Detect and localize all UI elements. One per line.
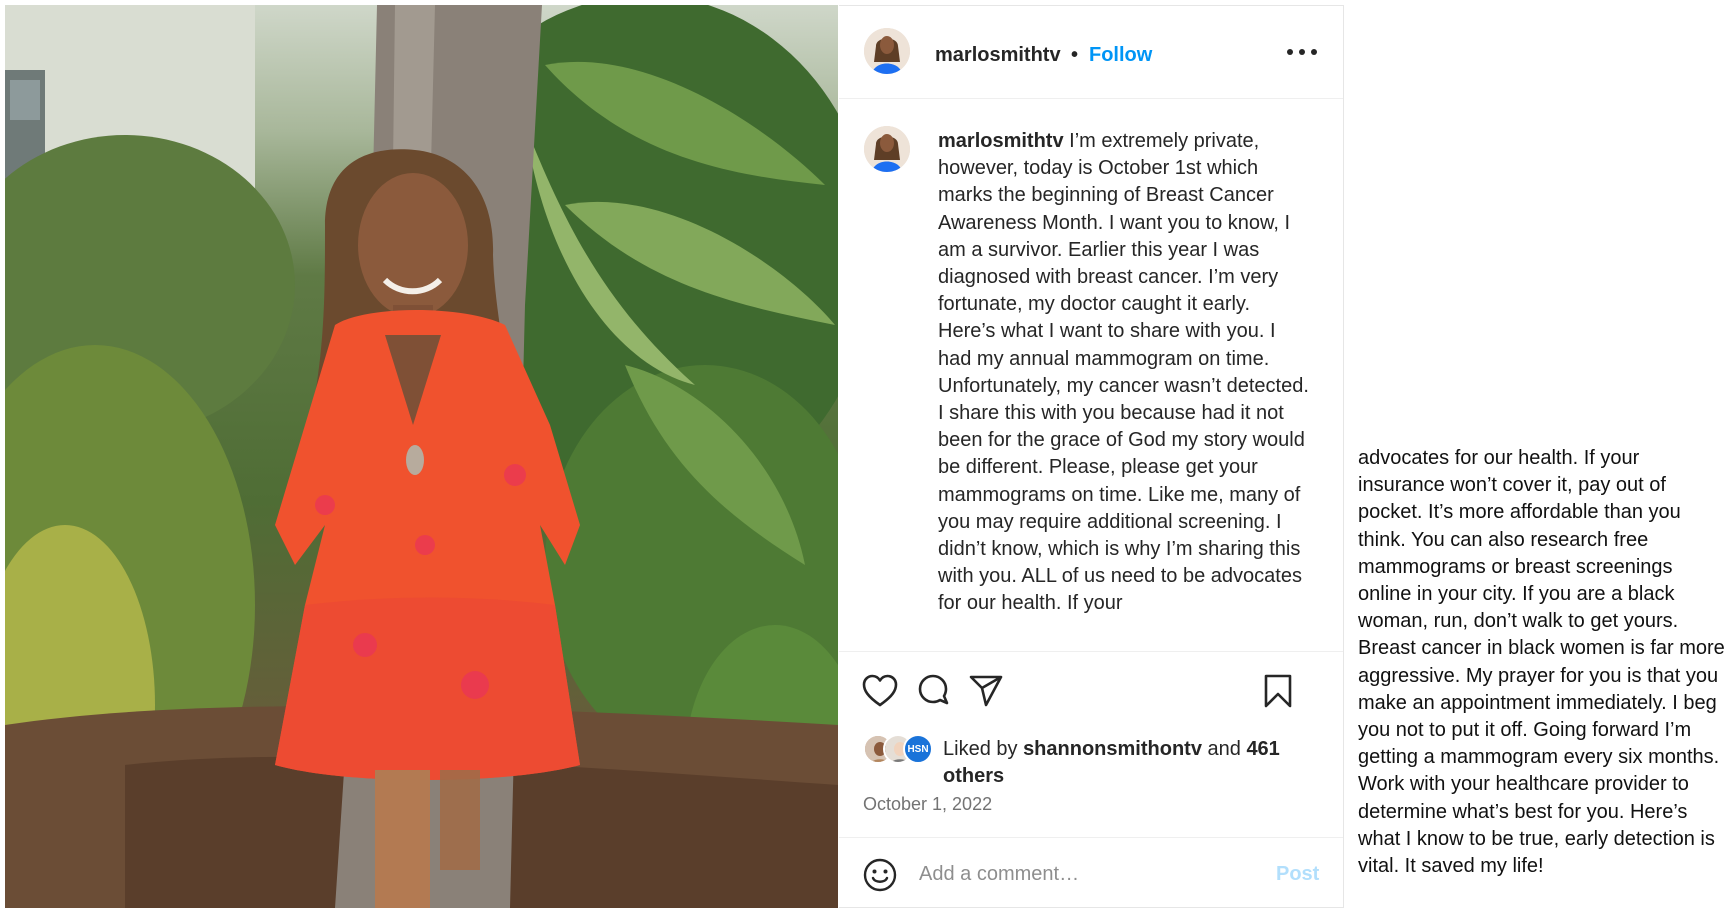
liked-by-middle: and: [1201, 738, 1247, 760]
hsn-badge: HSN: [903, 734, 933, 764]
caption-body: I’m extremely private, however, today is…: [938, 130, 1309, 615]
caption-area[interactable]: marlosmithtv I’m extremely private, howe…: [839, 100, 1343, 650]
caption-continuation: advocates for our health. If your insura…: [1358, 447, 1725, 878]
comment-icon[interactable]: [914, 672, 952, 710]
caption-avatar[interactable]: [864, 126, 910, 172]
caption-username[interactable]: marlosmithtv: [938, 130, 1064, 152]
comment-input[interactable]: [919, 856, 1219, 892]
more-horizontal-icon[interactable]: [1284, 46, 1320, 58]
bookmark-icon[interactable]: [1259, 672, 1297, 710]
send-icon[interactable]: [967, 672, 1005, 710]
header-separator: •: [1071, 44, 1079, 66]
post-header: marlosmithtv • Follow: [839, 6, 1343, 99]
liked-by-others[interactable]: others: [943, 765, 1004, 787]
follow-button[interactable]: Follow: [1089, 44, 1152, 67]
post-comment-button[interactable]: Post: [1276, 863, 1319, 886]
liked-by-count[interactable]: 461: [1246, 738, 1279, 760]
comment-bar: Post: [839, 837, 1343, 909]
header-avatar[interactable]: [864, 28, 910, 74]
liked-by-user[interactable]: shannonsmithontv: [1023, 738, 1202, 760]
action-bar: HSN Liked by shannonsmithontv and 461 oth…: [839, 651, 1343, 836]
header-username[interactable]: marlosmithtv: [935, 44, 1061, 67]
liked-by-prefix: Liked by: [943, 738, 1024, 760]
photo-illustration: [5, 5, 838, 908]
heart-icon[interactable]: [861, 672, 899, 710]
caption-text: marlosmithtv I’m extremely private, howe…: [938, 128, 1310, 618]
post-date[interactable]: October 1, 2022: [863, 794, 992, 815]
liked-by-avatars[interactable]: HSN: [863, 734, 943, 766]
post-photo[interactable]: [5, 5, 838, 908]
emoji-icon[interactable]: [862, 857, 898, 893]
liked-by-text: Liked by shannonsmithontv and 461 others: [943, 736, 1323, 790]
post-panel: marlosmithtv • Follow marlosmithtv I’m e…: [839, 5, 1344, 908]
